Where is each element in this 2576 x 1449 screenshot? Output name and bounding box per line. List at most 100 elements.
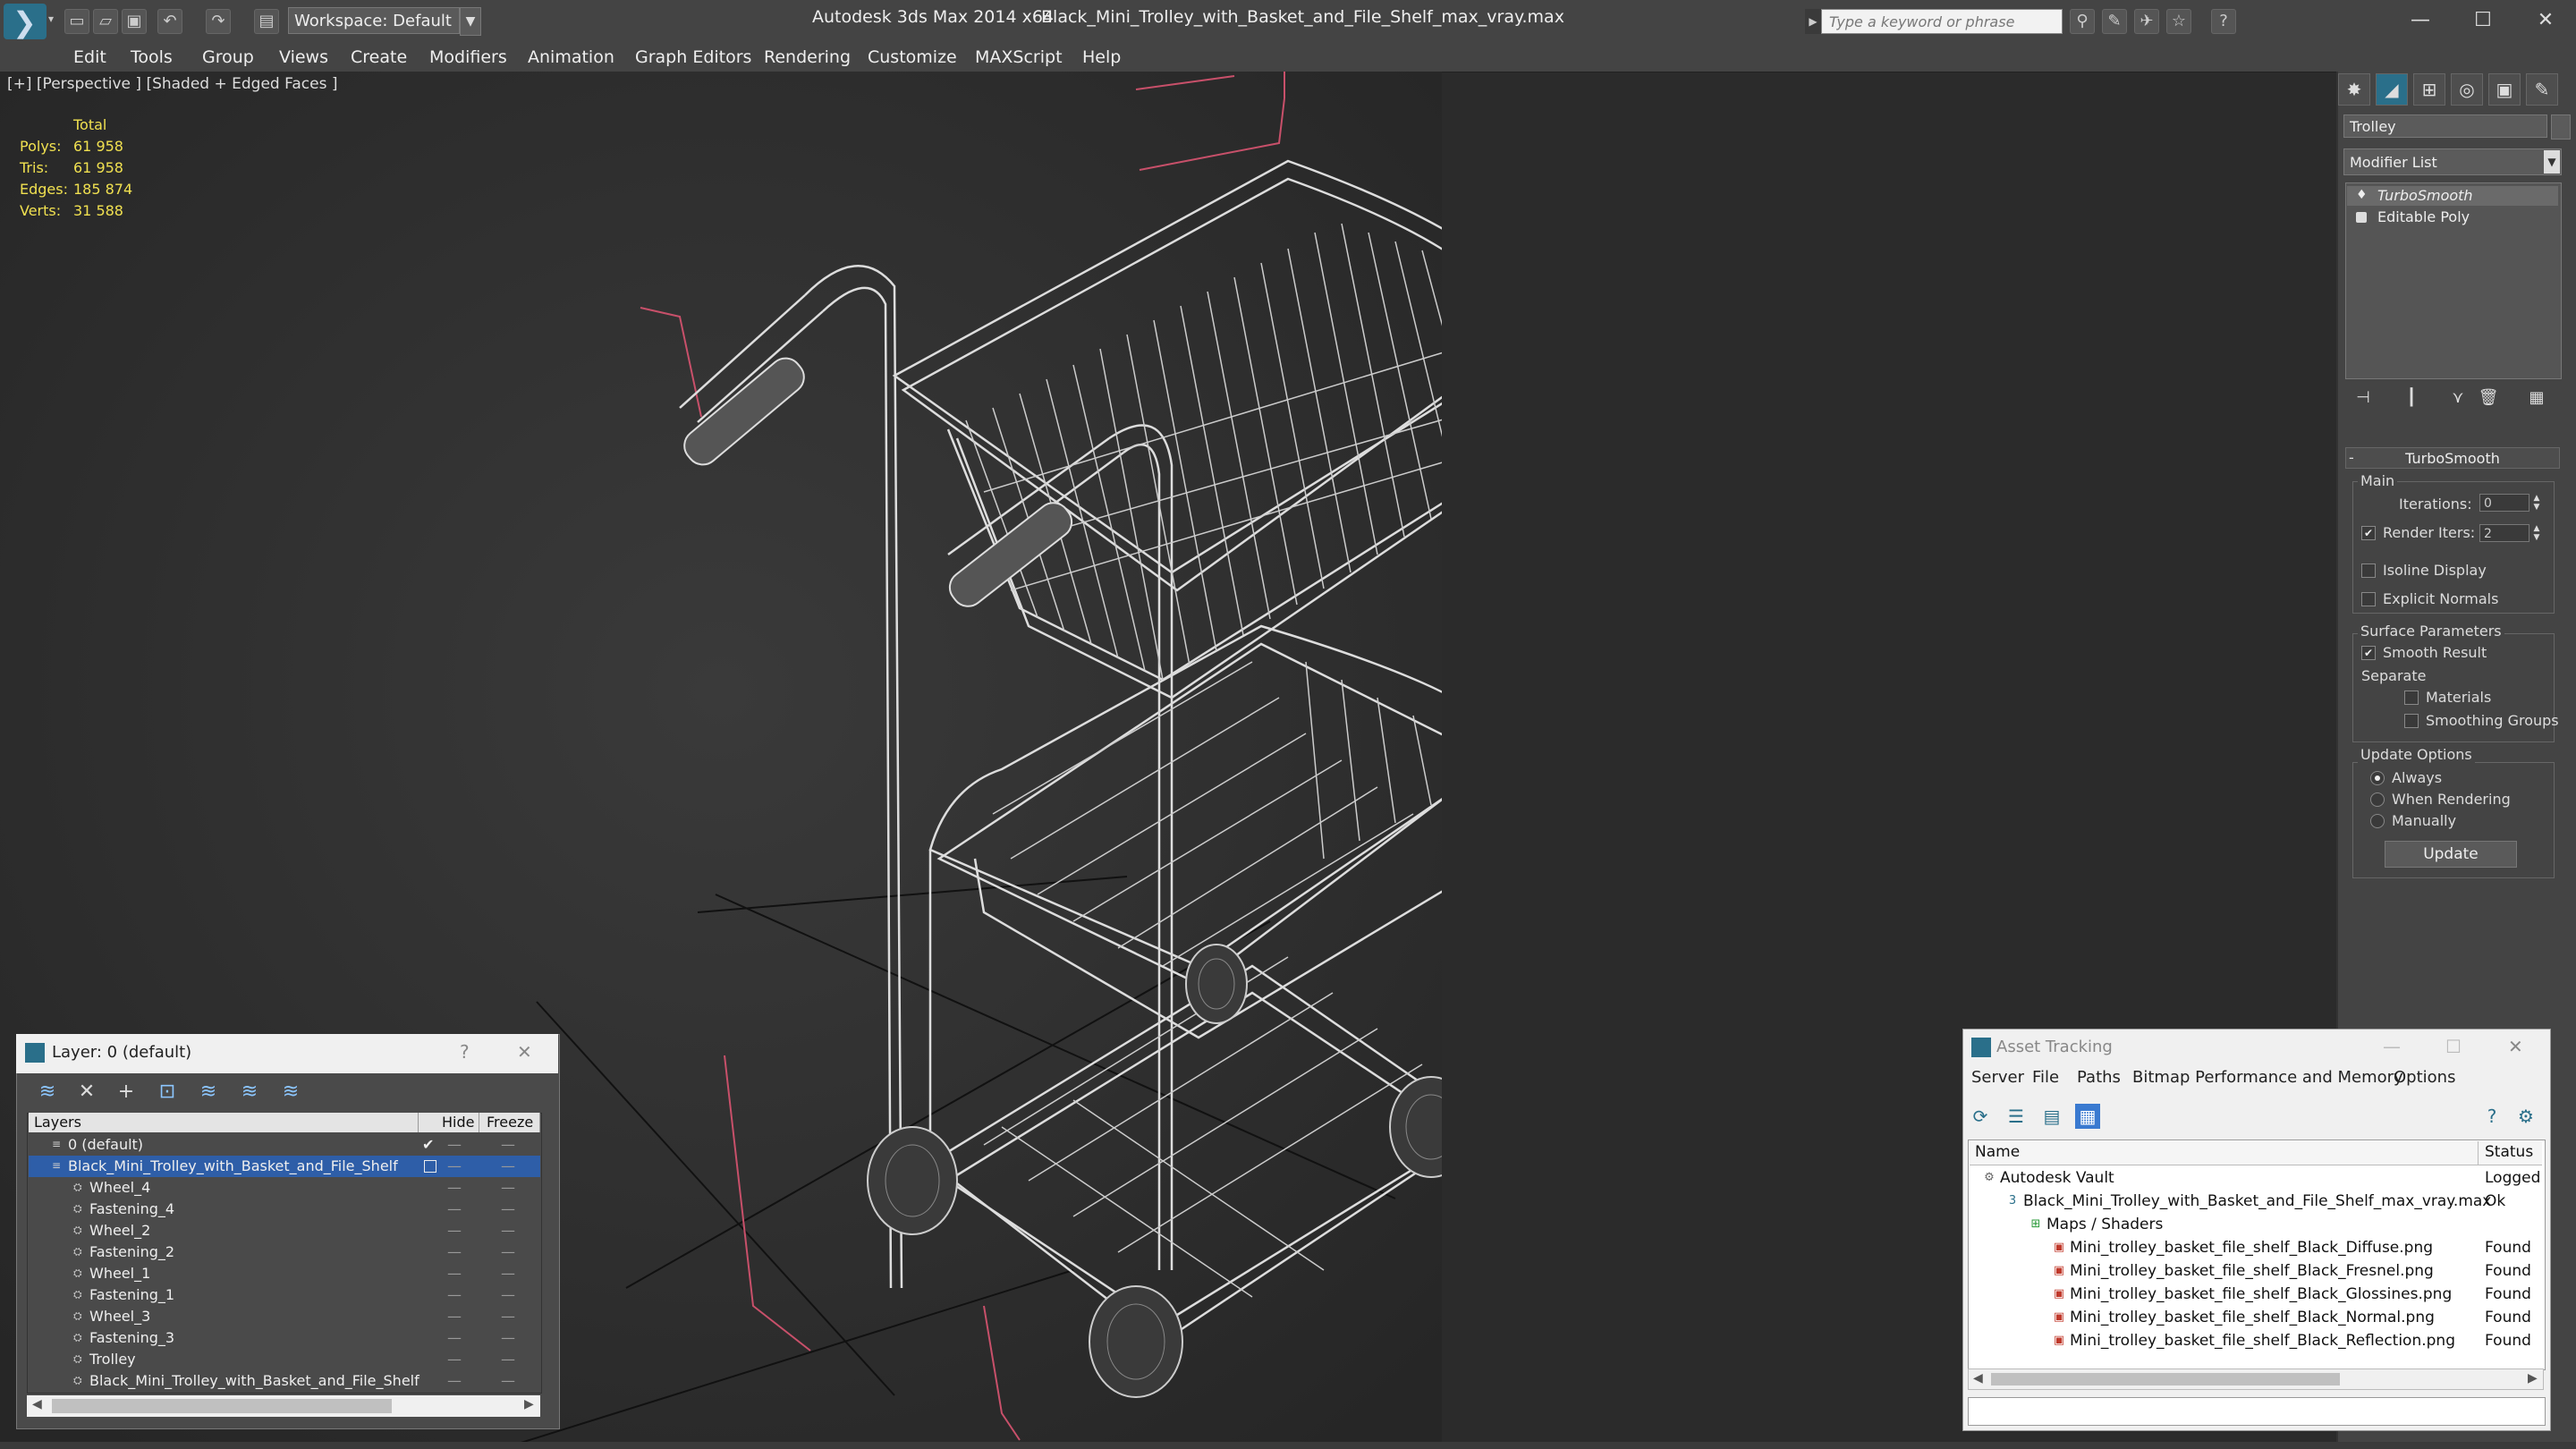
iterations-spinner-arrows-icon[interactable]: ▲ ▼ [2531, 494, 2542, 512]
render-iters-spinner-arrows-icon[interactable]: ▲ ▼ [2531, 524, 2542, 542]
freeze-toggle[interactable]: — [501, 1134, 515, 1156]
asset-row[interactable]: 3 Black_Mini_Trolley_with_Basket_and_File… [1970, 1190, 2542, 1213]
menu-group[interactable]: Group [202, 43, 254, 72]
asset-scroll-left-icon[interactable]: ◀ [1973, 1371, 1983, 1385]
app-menu-arrow-icon[interactable]: ▾ [48, 13, 54, 25]
table-view-icon[interactable]: ▦ [2075, 1104, 2100, 1129]
hide-toggle[interactable]: — [447, 1199, 462, 1220]
asset-row[interactable]: ▣ Mini_trolley_basket_file_shelf_Black_Re… [1970, 1329, 2542, 1352]
layer-row[interactable]: ⛭ Fastening_3 — — [29, 1327, 540, 1349]
create-tab-icon[interactable]: ✸ [2338, 73, 2370, 106]
workspace-dropdown-arrow-icon[interactable]: ▼ [460, 7, 481, 36]
minimize-icon[interactable]: — [2394, 4, 2447, 38]
freeze-toggle[interactable]: — [501, 1327, 515, 1349]
asset-scroll-thumb[interactable] [1991, 1373, 2340, 1385]
asset-row[interactable]: ⊞ Maps / Shaders [1970, 1213, 2542, 1236]
current-layer-check-icon[interactable]: ✔ [422, 1134, 434, 1156]
materials-checkbox[interactable] [2404, 691, 2419, 705]
update-when-rendering-radio[interactable] [2370, 792, 2385, 807]
freeze-toggle[interactable]: — [501, 1349, 515, 1370]
freeze-toggle[interactable]: — [501, 1177, 515, 1199]
layer-row[interactable]: ⛭ Wheel_3 — — [29, 1306, 540, 1327]
asset-row[interactable]: ⚙ Autodesk Vault Logged [1970, 1166, 2542, 1190]
menu-maxscript[interactable]: MAXScript [975, 43, 1063, 72]
asset-settings-icon[interactable]: ⚙ [2513, 1104, 2538, 1129]
freeze-toggle[interactable]: — [501, 1220, 515, 1241]
help-icon[interactable]: ? [2211, 9, 2236, 34]
column-layers[interactable]: Layers [29, 1113, 419, 1132]
object-name-field[interactable]: Trolley [2343, 114, 2547, 138]
asset-scroll-right-icon[interactable]: ▶ [2528, 1371, 2538, 1385]
pin-stack-icon[interactable]: ⊣ [2352, 386, 2374, 410]
favorites-star-icon[interactable]: ☆ [2166, 9, 2191, 34]
detail-view-icon[interactable]: ▤ [2039, 1104, 2064, 1129]
explicit-normals-checkbox[interactable] [2361, 592, 2376, 606]
turbosmooth-rollout-header[interactable]: TurboSmooth [2345, 447, 2560, 469]
asset-minimize-icon[interactable]: — [2383, 1036, 2401, 1057]
create-layer-icon[interactable]: ≋ [34, 1079, 61, 1106]
hide-toggle[interactable]: — [447, 1134, 462, 1156]
show-end-result-icon[interactable]: ┃ [2401, 386, 2422, 410]
update-button[interactable]: Update [2385, 841, 2517, 868]
asset-menu-options[interactable]: Options [2394, 1068, 2455, 1087]
object-color-swatch[interactable] [2551, 114, 2571, 140]
update-always-radio[interactable] [2370, 771, 2385, 785]
asset-menu-file[interactable]: File [2032, 1068, 2059, 1087]
hide-toggle[interactable]: — [447, 1306, 462, 1327]
hide-toggle[interactable]: — [447, 1349, 462, 1370]
layer-row[interactable]: ⛭ Black_Mini_Trolley_with_Basket_and_File… [29, 1370, 540, 1392]
menu-graph-editors[interactable]: Graph Editors [635, 43, 751, 72]
freeze-toggle[interactable]: — [501, 1370, 515, 1392]
hide-toggle[interactable]: — [447, 1327, 462, 1349]
asset-row[interactable]: ▣ Mini_trolley_basket_file_shelf_Black_Gl… [1970, 1283, 2542, 1306]
isoline-display-checkbox[interactable] [2361, 564, 2376, 578]
layer-scroll-right-icon[interactable]: ▶ [524, 1397, 534, 1411]
layer-scroll-thumb[interactable] [52, 1399, 392, 1413]
layer-row[interactable]: ⛭ Wheel_2 — — [29, 1220, 540, 1241]
close-window-icon[interactable]: ✕ [2519, 4, 2572, 38]
motion-tab-icon[interactable]: ◎ [2451, 73, 2483, 106]
rollout-collapse-icon[interactable]: - [2349, 449, 2354, 466]
subscription-icon[interactable]: ✎ [2102, 9, 2127, 34]
layer-row[interactable]: ⛭ Fastening_2 — — [29, 1241, 540, 1263]
freeze-toggle[interactable]: — [501, 1156, 515, 1177]
column-freeze[interactable]: Freeze [481, 1113, 540, 1132]
binoculars-icon[interactable]: ⚲ [2070, 9, 2095, 34]
highlight-layer-icon[interactable]: ≋ [195, 1079, 222, 1106]
hide-toggle[interactable]: — [447, 1220, 462, 1241]
asset-menu-bitmap-performance[interactable]: Bitmap Performance and Memory [2132, 1068, 2403, 1087]
new-file-icon[interactable]: ▭ [64, 9, 89, 34]
update-manually-radio[interactable] [2370, 814, 2385, 828]
menu-animation[interactable]: Animation [528, 43, 614, 72]
asset-close-icon[interactable]: ✕ [2508, 1036, 2523, 1057]
freeze-toggle[interactable]: — [501, 1241, 515, 1263]
project-folder-icon[interactable]: ▤ [254, 9, 279, 34]
hide-all-layers-icon[interactable]: ≋ [236, 1079, 263, 1106]
search-expand-icon[interactable]: ▶ [1805, 9, 1821, 34]
modify-tab-icon[interactable]: ◢ [2376, 73, 2408, 106]
render-iters-checkbox[interactable]: ✔ [2361, 526, 2376, 540]
hide-toggle[interactable]: — [447, 1177, 462, 1199]
asset-column-status[interactable]: Status [2485, 1143, 2533, 1161]
utilities-tab-icon[interactable]: ✎ [2526, 73, 2558, 106]
hide-toggle[interactable]: — [447, 1284, 462, 1306]
lightbulb-icon[interactable]: ♦ [2356, 188, 2368, 202]
menu-help[interactable]: Help [1082, 43, 1121, 72]
menu-views[interactable]: Views [279, 43, 328, 72]
modifier-list-arrow-icon[interactable]: ▼ [2544, 150, 2560, 174]
maximize-icon[interactable]: ☐ [2456, 4, 2510, 38]
freeze-toggle[interactable]: — [501, 1263, 515, 1284]
save-file-icon[interactable]: ▣ [122, 9, 147, 34]
undo-icon[interactable]: ↶ [157, 9, 182, 34]
search-input[interactable]: Type a keyword or phrase [1821, 9, 2063, 34]
layer-window-help-icon[interactable]: ? [460, 1041, 470, 1063]
layer-row[interactable]: ⛭ Wheel_4 — — [29, 1177, 540, 1199]
menu-rendering[interactable]: Rendering [764, 43, 851, 72]
stack-item-turbosmooth[interactable]: TurboSmooth [2347, 186, 2558, 206]
menu-edit[interactable]: Edit [73, 43, 106, 72]
asset-row[interactable]: ▣ Mini_trolley_basket_file_shelf_Black_No… [1970, 1306, 2542, 1329]
list-view-icon[interactable]: ☰ [2004, 1104, 2029, 1129]
communication-center-icon[interactable]: ✈ [2134, 9, 2159, 34]
layer-row[interactable]: ≡ Black_Mini_Trolley_with_Basket_and_File… [29, 1156, 540, 1177]
iterations-spinner[interactable]: 0 [2479, 494, 2529, 512]
